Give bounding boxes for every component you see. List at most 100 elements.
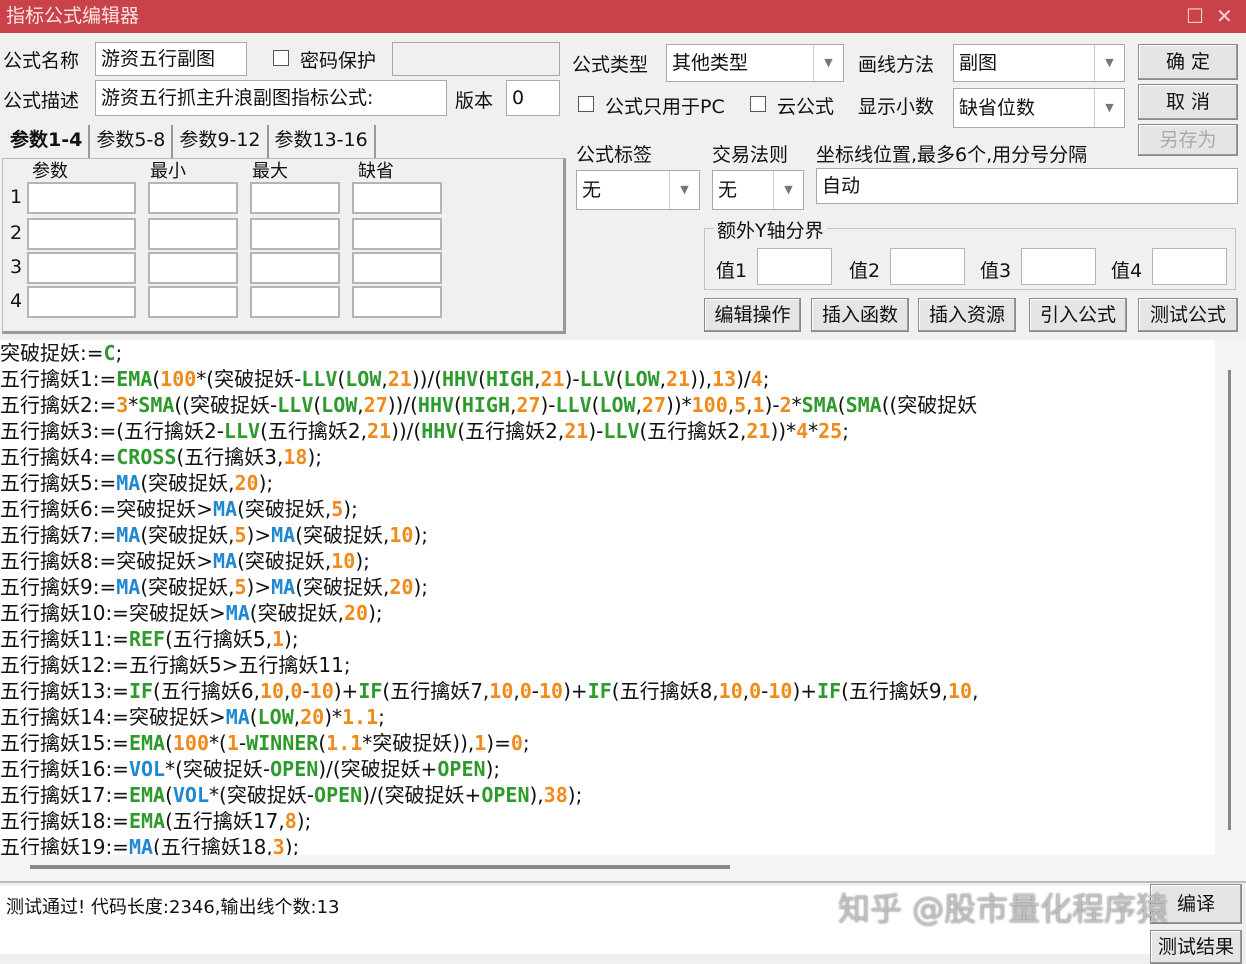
- param-input[interactable]: [27, 286, 136, 318]
- horizontal-scrollbar[interactable]: [0, 855, 1246, 883]
- name-input[interactable]: 游资五行副图: [95, 42, 247, 76]
- code-number: 100: [160, 367, 197, 391]
- code-line: 五行擒妖16:=VOL*(突破捉妖-OPEN)/(突破捉妖+OPEN);: [0, 756, 1215, 782]
- code-number: 100: [691, 393, 728, 417]
- code-line: 五行擒妖19:=MA(五行擒妖18,3);: [0, 834, 1215, 855]
- maximize-button[interactable]: ☐: [1186, 0, 1204, 33]
- param-input[interactable]: [352, 182, 442, 214]
- close-button[interactable]: ✕: [1216, 0, 1233, 33]
- code-number: 1.1: [326, 731, 363, 755]
- draw-select[interactable]: 副图 ▼: [953, 44, 1125, 82]
- param-input[interactable]: [352, 252, 442, 284]
- insert-function-button[interactable]: 插入函数: [811, 298, 909, 332]
- code-function: LLV: [301, 367, 338, 391]
- code-function: HHV: [421, 419, 458, 443]
- edit-ops-button[interactable]: 编辑操作: [704, 298, 801, 332]
- axis-input[interactable]: 自动: [816, 168, 1238, 204]
- tab-params-3[interactable]: 参数9-12: [173, 125, 269, 159]
- vertical-scroll-thumb[interactable]: [1228, 370, 1231, 830]
- tab-params-4[interactable]: 参数13-16: [269, 125, 376, 159]
- param-input[interactable]: [27, 218, 136, 250]
- tab-params-2[interactable]: 参数5-8: [90, 125, 174, 159]
- save-as-button[interactable]: 另存为: [1138, 124, 1238, 156]
- chevron-down-icon: ▼: [773, 171, 803, 209]
- code-text: (: [837, 393, 846, 417]
- param-input[interactable]: [148, 218, 238, 250]
- cloud-label: 云公式: [777, 96, 835, 118]
- code-text: *: [791, 393, 802, 417]
- test-formula-button[interactable]: 测试公式: [1138, 298, 1238, 332]
- tab-params-1[interactable]: 参数1-4: [4, 125, 91, 159]
- code-text: (突破捉妖,: [140, 471, 235, 495]
- password-checkbox[interactable]: [273, 50, 289, 66]
- type-value: 其他类型: [672, 52, 749, 74]
- ok-button[interactable]: 确 定: [1138, 44, 1238, 80]
- y-value-input[interactable]: [1152, 248, 1227, 285]
- code-function: LLV: [223, 419, 261, 443]
- code-text: (: [165, 731, 173, 755]
- code-text: ),: [529, 783, 544, 807]
- param-input[interactable]: [250, 182, 340, 214]
- cloud-checkbox[interactable]: [750, 96, 766, 112]
- insert-resource-button[interactable]: 插入资源: [918, 298, 1016, 332]
- code-text: ((突破捉妖-: [174, 393, 278, 417]
- draw-value: 副图: [959, 52, 998, 74]
- code-number: 20: [234, 471, 259, 495]
- code-text: *突破捉妖)),: [362, 731, 475, 755]
- horizontal-scroll-thumb[interactable]: [30, 865, 730, 869]
- code-function: OPEN: [314, 783, 363, 807]
- code-text: (突破捉妖,: [237, 497, 332, 521]
- import-formula-button[interactable]: 引入公式: [1029, 298, 1127, 332]
- param-input[interactable]: [250, 218, 340, 250]
- code-function: EMA: [116, 367, 153, 391]
- param-input[interactable]: [27, 252, 136, 284]
- password-input[interactable]: [392, 42, 560, 76]
- code-text: )/: [736, 367, 751, 391]
- version-input[interactable]: 0: [506, 80, 560, 116]
- chevron-down-icon: ▼: [813, 45, 843, 81]
- param-input[interactable]: [148, 182, 238, 214]
- param-input[interactable]: [352, 218, 442, 250]
- code-line: 五行擒妖13:=IF(五行擒妖6,10,0-10)+IF(五行擒妖7,10,0-…: [0, 678, 1215, 704]
- code-number: 10: [539, 679, 564, 703]
- code-text: ,: [972, 679, 979, 703]
- code-text: (突破捉妖,: [140, 523, 235, 547]
- vertical-scrollbar[interactable]: [1215, 340, 1246, 855]
- code-number: 27: [516, 393, 541, 417]
- param-row-number: 3: [10, 256, 23, 278]
- param-input[interactable]: [148, 252, 238, 284]
- code-function: LLV: [579, 367, 616, 391]
- code-text: 五行擒妖9:=: [0, 575, 117, 599]
- y-value-input[interactable]: [1021, 248, 1096, 285]
- code-text: (五行擒妖18,: [153, 835, 273, 855]
- decimals-select[interactable]: 缺省位数 ▼: [953, 88, 1125, 128]
- code-text: 五行擒妖8:=突破捉妖>: [0, 549, 213, 573]
- code-function: LOW: [345, 367, 382, 391]
- desc-input[interactable]: 游资五行抓主升浪副图指标公式:: [95, 80, 447, 116]
- password-label: 密码保护: [300, 50, 377, 72]
- param-row-number: 2: [10, 222, 23, 244]
- code-number: 21: [666, 367, 691, 391]
- pc-only-checkbox[interactable]: [578, 96, 594, 112]
- type-select[interactable]: 其他类型 ▼: [666, 44, 844, 82]
- y-value-input[interactable]: [757, 248, 832, 285]
- trade-select[interactable]: 无 ▼: [712, 170, 804, 210]
- code-text: )>: [246, 575, 272, 599]
- tag-select[interactable]: 无 ▼: [576, 170, 700, 210]
- code-text: -: [302, 679, 310, 703]
- code-line: 五行擒妖14:=突破捉妖>MA(LOW,20)*1.1;: [0, 704, 1215, 730]
- code-text: )*: [324, 705, 342, 729]
- code-function: LOW: [321, 393, 358, 417]
- code-text: )-: [588, 419, 604, 443]
- test-result-button[interactable]: 测试结果: [1150, 930, 1242, 964]
- code-editor[interactable]: 突破捉妖:=C; 五行擒妖1:=EMA(100*(突破捉妖-LLV(LOW,21)…: [0, 340, 1215, 855]
- code-function: MA: [128, 835, 154, 855]
- param-input[interactable]: [27, 182, 136, 214]
- param-input[interactable]: [148, 286, 238, 318]
- cancel-button[interactable]: 取 消: [1138, 84, 1238, 120]
- param-input[interactable]: [352, 286, 442, 318]
- param-input[interactable]: [250, 286, 340, 318]
- param-input[interactable]: [250, 252, 340, 284]
- tag-value: 无: [582, 179, 602, 201]
- y-value-input[interactable]: [890, 248, 965, 285]
